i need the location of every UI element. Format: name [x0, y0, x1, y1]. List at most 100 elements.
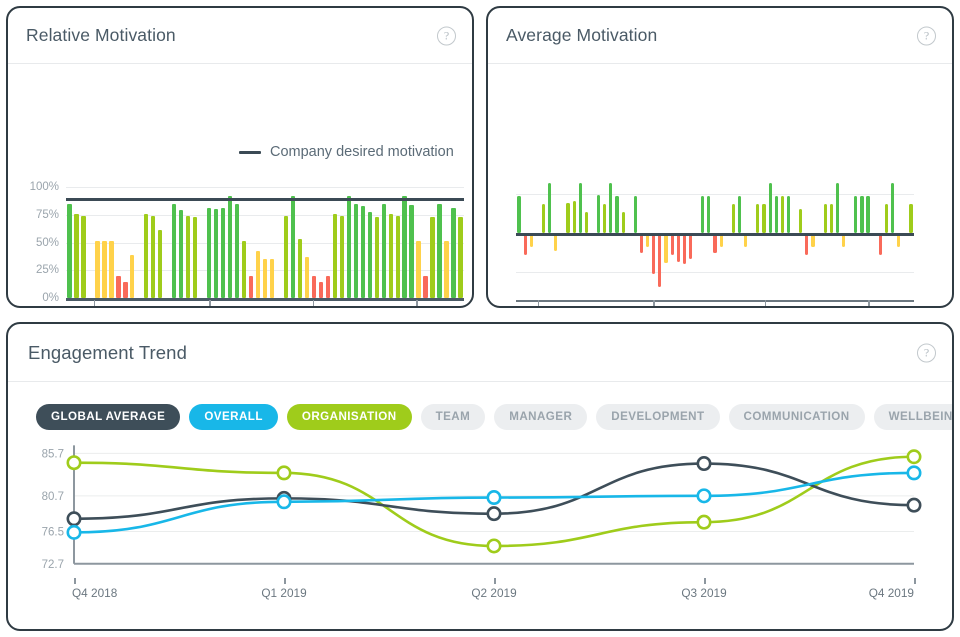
bar[interactable]	[67, 203, 72, 298]
bar[interactable]	[123, 282, 128, 298]
bar[interactable]	[346, 195, 351, 298]
bar[interactable]	[578, 182, 582, 233]
bar[interactable]	[325, 275, 330, 298]
bar[interactable]	[116, 275, 121, 298]
filter-pill-team[interactable]: TEAM	[420, 404, 486, 430]
bar[interactable]	[762, 204, 766, 233]
bar[interactable]	[756, 204, 760, 233]
bar[interactable]	[283, 215, 289, 298]
data-point-marker[interactable]	[906, 449, 922, 465]
bar[interactable]	[269, 259, 275, 298]
bar[interactable]	[353, 203, 358, 298]
bar[interactable]	[416, 241, 421, 298]
bar[interactable]	[332, 213, 337, 298]
bar[interactable]	[130, 254, 135, 298]
bar[interactable]	[367, 211, 372, 298]
bar[interactable]	[621, 212, 625, 233]
bar[interactable]	[213, 209, 219, 298]
bar[interactable]	[437, 203, 442, 298]
bar[interactable]	[304, 256, 310, 298]
bar[interactable]	[566, 202, 570, 233]
bar[interactable]	[360, 205, 365, 298]
bar[interactable]	[234, 203, 240, 298]
filter-pill-development[interactable]: DEVELOPMENT	[596, 404, 720, 430]
bar[interactable]	[866, 195, 870, 233]
bar[interactable]	[584, 212, 588, 233]
filter-pill-wellbeing[interactable]: WELLBEING	[873, 404, 952, 430]
data-point-marker[interactable]	[486, 538, 502, 554]
bar[interactable]	[193, 217, 198, 298]
data-point-marker[interactable]	[66, 455, 82, 471]
data-point-marker[interactable]	[696, 456, 712, 472]
bar[interactable]	[878, 233, 882, 255]
bar[interactable]	[81, 215, 86, 298]
bar[interactable]	[768, 182, 772, 233]
bar[interactable]	[220, 208, 226, 298]
data-point-marker[interactable]	[486, 506, 502, 522]
bar[interactable]	[109, 241, 114, 298]
data-point-marker[interactable]	[66, 524, 82, 540]
filter-pill-communication[interactable]: COMMUNICATION	[728, 404, 865, 430]
bar[interactable]	[554, 233, 558, 251]
filter-pill-overall[interactable]: OVERALL	[189, 404, 278, 430]
bar[interactable]	[517, 195, 521, 233]
bar[interactable]	[799, 209, 803, 233]
bar[interactable]	[395, 215, 400, 298]
bar[interactable]	[541, 204, 546, 233]
bar[interactable]	[676, 233, 680, 262]
bar[interactable]	[652, 233, 656, 275]
data-point-marker[interactable]	[276, 465, 292, 481]
bar[interactable]	[409, 204, 414, 298]
bar[interactable]	[318, 282, 324, 298]
bar[interactable]	[430, 217, 435, 298]
bar[interactable]	[835, 182, 840, 233]
filter-pill-global-average[interactable]: GLOBAL AVERAGE	[36, 404, 181, 430]
bar[interactable]	[458, 217, 463, 298]
bar[interactable]	[609, 182, 613, 233]
bar[interactable]	[74, 213, 79, 298]
bar[interactable]	[339, 215, 344, 298]
bar[interactable]	[664, 233, 668, 263]
help-circle-icon[interactable]: ?	[437, 26, 456, 45]
bar[interactable]	[639, 233, 644, 253]
bar[interactable]	[603, 204, 607, 233]
bar[interactable]	[701, 195, 705, 233]
data-point-marker[interactable]	[486, 490, 502, 506]
bar[interactable]	[713, 233, 717, 253]
bar[interactable]	[786, 195, 791, 233]
bar[interactable]	[172, 203, 177, 298]
bar[interactable]	[444, 241, 449, 298]
data-point-marker[interactable]	[906, 465, 922, 481]
bar[interactable]	[241, 241, 247, 298]
bar[interactable]	[151, 215, 156, 298]
filter-pill-organisation[interactable]: ORGANISATION	[286, 404, 412, 430]
bar[interactable]	[670, 233, 674, 255]
bar[interactable]	[179, 210, 184, 298]
bar[interactable]	[682, 233, 686, 265]
bar[interactable]	[823, 204, 827, 233]
data-point-marker[interactable]	[66, 511, 82, 527]
bar[interactable]	[658, 233, 662, 288]
bar[interactable]	[633, 195, 637, 233]
bar[interactable]	[255, 251, 261, 298]
bar[interactable]	[890, 182, 895, 233]
bar[interactable]	[206, 208, 212, 298]
bar[interactable]	[144, 213, 149, 298]
bar[interactable]	[707, 195, 711, 233]
bar[interactable]	[186, 215, 191, 298]
help-circle-icon[interactable]: ?	[917, 26, 936, 45]
data-point-marker[interactable]	[696, 514, 712, 530]
bar[interactable]	[615, 195, 619, 233]
bar[interactable]	[227, 195, 233, 298]
bar[interactable]	[158, 230, 163, 298]
bar[interactable]	[388, 213, 393, 298]
bar[interactable]	[523, 233, 527, 255]
bar[interactable]	[780, 195, 784, 233]
data-point-marker[interactable]	[276, 494, 292, 510]
bar[interactable]	[290, 195, 296, 298]
bar[interactable]	[805, 233, 809, 255]
bar[interactable]	[854, 195, 858, 233]
bar[interactable]	[381, 203, 386, 298]
bar[interactable]	[423, 275, 428, 298]
data-point-marker[interactable]	[906, 497, 922, 513]
